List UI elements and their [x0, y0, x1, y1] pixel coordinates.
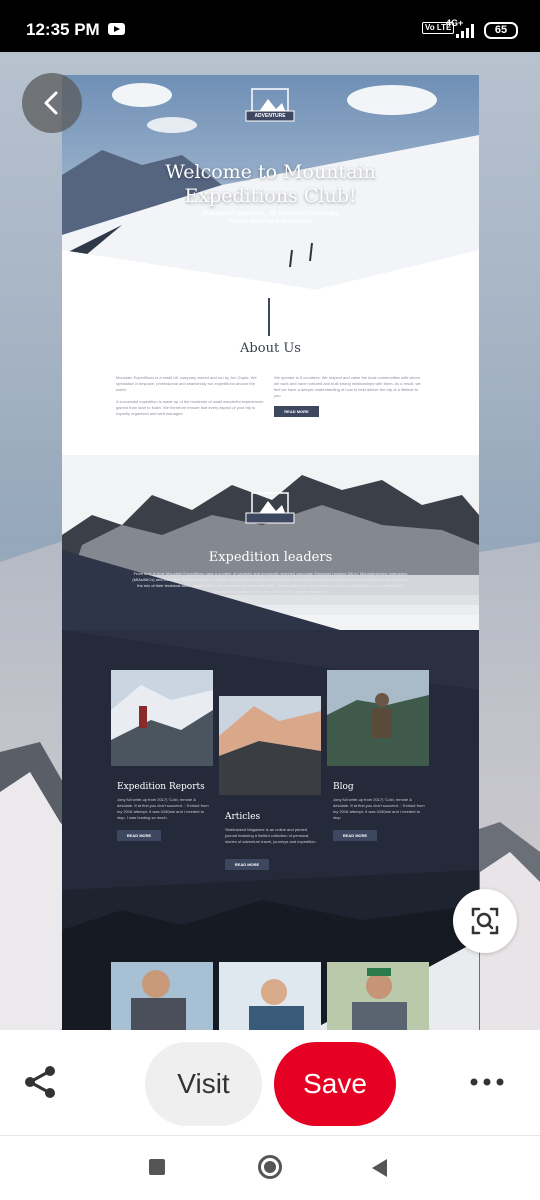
visual-search-button[interactable]	[453, 889, 517, 953]
card-title-expedition-reports: Expedition Reports	[117, 782, 205, 792]
back-button[interactable]	[22, 73, 82, 133]
status-bar: 12:35 PM Vo LTE 4G+ 65	[0, 0, 540, 52]
leader-photo-2	[219, 962, 321, 1030]
pin-image-website-mockup[interactable]: ADVENTURE Welcome to Mountain Expedition…	[62, 75, 479, 1030]
system-nav-bar	[0, 1137, 540, 1200]
about-divider	[268, 298, 270, 336]
card-image-blog	[327, 670, 429, 766]
leader-photo-1	[111, 962, 213, 1030]
card-text-blog: Jony full write-up from 2017) 'Cold, rem…	[333, 797, 425, 820]
system-back-button[interactable]	[372, 1159, 387, 1177]
save-button[interactable]: Save	[274, 1042, 396, 1126]
hero-title: Welcome to Mountain Expeditions Club!	[165, 161, 376, 207]
home-button[interactable]	[258, 1155, 282, 1179]
card-text-expedition-reports: Jony full write-up from 2017) 'Cold, rem…	[117, 797, 209, 820]
hero-subtitle: Overseas Expeditions, UK Mountain Challe…	[202, 211, 339, 225]
lens-search-icon	[471, 907, 499, 935]
about-title: About Us	[240, 341, 301, 356]
about-read-more-button[interactable]: READ MORE	[274, 406, 319, 417]
leader-photo-3	[327, 962, 429, 1030]
visit-button[interactable]: Visit	[145, 1042, 262, 1126]
card-read-more-blog[interactable]: READ MORE	[333, 830, 377, 841]
action-bar: Visit Save	[0, 1030, 540, 1136]
pin-viewer[interactable]: ADVENTURE Welcome to Mountain Expedition…	[0, 52, 540, 1030]
card-title-blog: Blog	[333, 782, 354, 792]
chevron-left-icon	[44, 91, 58, 115]
card-image-expedition-reports	[111, 670, 213, 766]
status-time: 12:35 PM	[26, 20, 100, 39]
about-left-column: Mountain Expeditions is a small UK compa…	[116, 375, 264, 416]
more-options-icon[interactable]	[465, 1070, 509, 1094]
card-image-articles	[219, 696, 321, 795]
share-icon[interactable]	[22, 1063, 60, 1101]
card-title-articles: Articles	[225, 812, 261, 822]
leaders-title: Expedition leaders	[208, 550, 333, 565]
brand-logo: ADVENTURE	[254, 113, 286, 119]
youtube-notification-icon	[108, 23, 125, 35]
about-right-column: We operate in 6 countries. We respect an…	[274, 375, 421, 398]
battery-icon: 65	[484, 22, 518, 39]
recent-apps-button[interactable]	[149, 1159, 165, 1175]
card-text-articles: Sidetracked Magazine is an online and pr…	[225, 827, 317, 844]
leaders-text: From time to time Mountain Expeditions u…	[132, 571, 409, 594]
signal-icon	[456, 24, 476, 38]
card-read-more-articles[interactable]: READ MORE	[225, 859, 269, 870]
card-read-more-expedition-reports[interactable]: READ MORE	[117, 830, 161, 841]
